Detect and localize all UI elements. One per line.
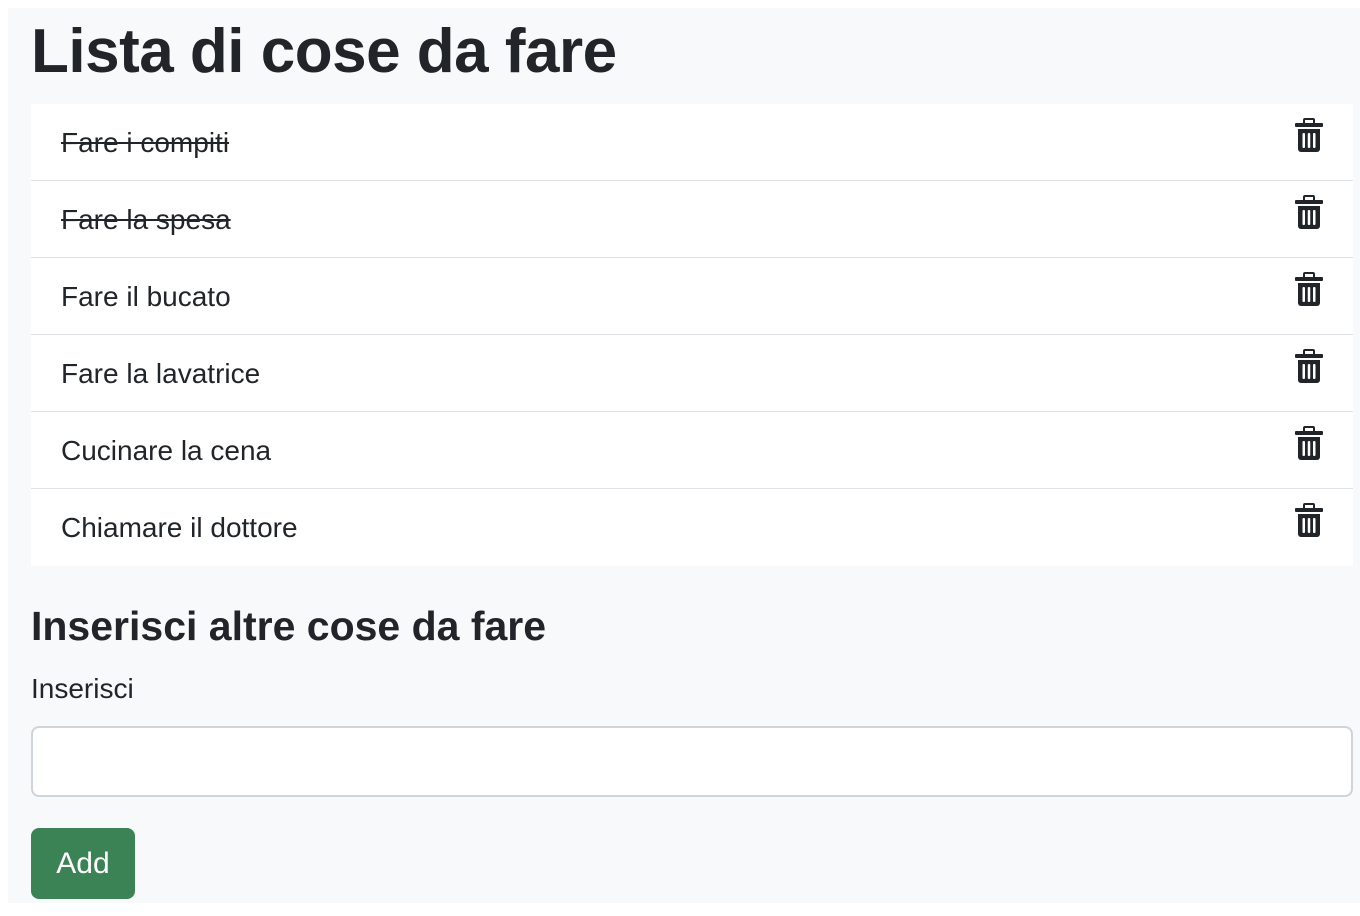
todo-text[interactable]: Cucinare la cena [61,434,271,468]
todo-text[interactable]: Chiamare il dottore [61,511,298,545]
new-todo-label: Inserisci [31,673,134,704]
todo-item: Cucinare la cena [31,412,1353,489]
add-button[interactable]: Add [31,828,135,899]
todo-text[interactable]: Fare i compiti [61,126,229,160]
todo-item: Fare la lavatrice [31,335,1353,412]
trash-icon[interactable] [1295,118,1323,152]
trash-icon[interactable] [1295,349,1323,383]
todo-item: Fare il bucato [31,258,1353,335]
trash-icon[interactable] [1295,503,1323,537]
todo-text[interactable]: Fare la spesa [61,203,231,237]
trash-icon[interactable] [1295,426,1323,460]
todo-text[interactable]: Fare la lavatrice [61,357,260,391]
new-todo-input[interactable] [31,726,1353,797]
add-section-title: Inserisci altre cose da fare [31,603,547,649]
page-title: Lista di cose da fare [31,17,617,86]
todo-item: Fare i compiti [31,104,1353,181]
todo-item: Chiamare il dottore [31,489,1353,566]
page-container: Lista di cose da fare Fare i compiti Far… [8,8,1360,903]
todo-item: Fare la spesa [31,181,1353,258]
trash-icon[interactable] [1295,195,1323,229]
trash-icon[interactable] [1295,272,1323,306]
todo-text[interactable]: Fare il bucato [61,280,231,314]
todo-list: Fare i compiti Fare la spesa Fare il buc… [31,104,1353,566]
